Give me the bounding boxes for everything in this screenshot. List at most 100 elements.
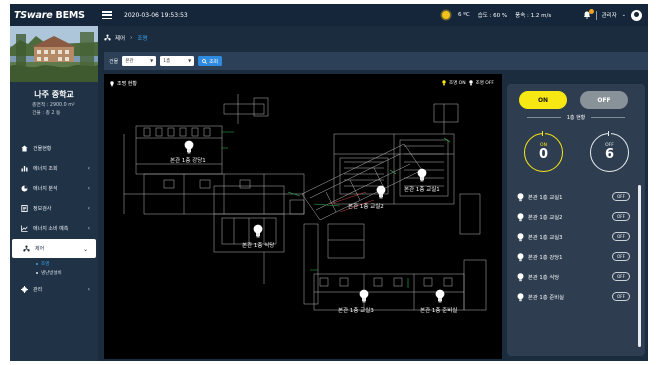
sidebar-item-management[interactable]: 관리 ‹ bbox=[10, 279, 98, 299]
sidebar-item-energy-analysis[interactable]: 에너지 분석 ‹ bbox=[10, 178, 98, 198]
weather-info: 6 ºC 습도 : 60 % 풍속 : 1.2 m/s bbox=[442, 4, 551, 26]
building-label: 건물 bbox=[109, 58, 119, 65]
floor-select-value: 1층 bbox=[163, 59, 171, 64]
sidebar-item-control[interactable]: 제어 ⌄ bbox=[12, 239, 96, 258]
room-label-canteen: 본관 1층 식당 bbox=[242, 243, 275, 249]
brand-suffix: BEMS bbox=[52, 9, 85, 21]
legend-off-label: 조명 OFF bbox=[475, 81, 494, 86]
sidebar-item-label: 정보검사 bbox=[33, 205, 52, 212]
off-count-value: 6 bbox=[604, 147, 615, 162]
floor-select[interactable]: 1층 ▼ bbox=[160, 56, 195, 66]
chevron-left-icon: ‹ bbox=[87, 205, 90, 212]
chevron-down-icon: ⌄ bbox=[82, 246, 88, 253]
list-item: 본관 1층 교실2 OFF bbox=[517, 207, 637, 227]
chevron-down-icon[interactable]: ⌄ bbox=[622, 12, 626, 18]
sidebar-item-label: 제어 bbox=[35, 246, 45, 252]
brand-logo[interactable]: TSware BEMS bbox=[10, 10, 100, 21]
sidebar-subitem-lighting[interactable]: 조명 bbox=[10, 259, 98, 268]
bulb-marker-prep[interactable] bbox=[435, 289, 445, 303]
bell-icon[interactable] bbox=[583, 9, 594, 19]
bulb-icon bbox=[517, 192, 524, 201]
control-icon bbox=[22, 245, 30, 253]
sidebar: 나주 중학교 총면적 : 2900.0 m² 건물 : 총 2 동 건물현황 에… bbox=[10, 26, 98, 361]
bulb-icon bbox=[517, 292, 524, 301]
sidebar-item-energy-query[interactable]: 에너지 조회 ‹ bbox=[10, 158, 98, 178]
floor-status-title: 1층 현황 bbox=[507, 114, 645, 121]
room-name: 본관 1층 준비실 bbox=[528, 295, 564, 301]
bulb-marker-class3[interactable] bbox=[359, 289, 369, 303]
school-name: 나주 중학교 bbox=[34, 90, 74, 99]
room-toggle-button[interactable]: OFF bbox=[612, 272, 630, 281]
map-title: 조명 현황 bbox=[110, 80, 137, 87]
list-item: 본관 1층 식당 OFF bbox=[517, 267, 637, 287]
bulb-marker-canteen[interactable] bbox=[253, 224, 263, 238]
breadcrumb-parent[interactable]: 제어 bbox=[115, 34, 125, 42]
top-bar: TSware BEMS 2020-03-06 19:53:53 bbox=[10, 4, 648, 26]
bulb-icon bbox=[517, 252, 524, 261]
sidebar-subitem-hvac[interactable]: 냉난방설비 bbox=[10, 268, 98, 277]
divider bbox=[595, 10, 597, 20]
building-select[interactable]: 본관 ▼ bbox=[122, 56, 157, 66]
user-name[interactable]: 관리자 bbox=[602, 11, 617, 19]
breadcrumb-current: 조명 bbox=[137, 36, 148, 42]
bulb-on-icon bbox=[442, 80, 446, 86]
room-label-class3: 본관 1층 교실3 bbox=[338, 308, 374, 314]
room-label-hall1: 본관 1층 강당1 bbox=[170, 158, 206, 164]
room-list-scrollbar[interactable] bbox=[638, 185, 641, 347]
room-toggle-button[interactable]: OFF bbox=[612, 212, 630, 221]
user-area: 관리자 ⌄ bbox=[583, 4, 642, 26]
on-count-value: 0 bbox=[538, 147, 549, 162]
sidebar-item-label: 에너지 소비 예측 bbox=[33, 225, 69, 232]
sidebar-item-info-report[interactable]: 정보검사 ‹ bbox=[10, 198, 98, 218]
gear-icon bbox=[20, 285, 28, 293]
campus-photo bbox=[10, 26, 98, 82]
temperature: 6 ºC bbox=[458, 12, 470, 18]
sidebar-item-label: 에너지 분석 bbox=[33, 185, 58, 192]
map-pin-icon bbox=[110, 80, 114, 87]
user-icon[interactable] bbox=[631, 9, 642, 21]
chevron-left-icon: ‹ bbox=[87, 286, 90, 293]
sun-icon bbox=[442, 11, 450, 19]
bulb-off-icon bbox=[468, 80, 473, 86]
room-name: 본관 1층 교실2 bbox=[528, 215, 563, 221]
caret-down-icon: ▼ bbox=[150, 58, 154, 63]
sidebar-item-building-status[interactable]: 건물현황 bbox=[10, 138, 98, 158]
search-button[interactable]: 조회 bbox=[198, 56, 223, 66]
sidebar-item-energy-forecast[interactable]: 에너지 소비 예측 ‹ bbox=[10, 218, 98, 238]
all-on-button[interactable]: ON bbox=[519, 91, 567, 109]
list-item: 본관 1층 강당1 OFF bbox=[517, 247, 637, 267]
lighting-control-panel: ON OFF 1층 현황 ON 0 OFF 6 본관 1층 교실1 OFF 본관… bbox=[507, 84, 645, 356]
app-window: TSware BEMS 2020-03-06 19:53:53 6 ºC 습도 … bbox=[10, 4, 648, 361]
school-area: 총면적 : 2900.0 m² bbox=[32, 103, 75, 108]
school-buildings: 건물 : 총 2 동 bbox=[32, 111, 61, 116]
map-title-text: 조명 현황 bbox=[117, 81, 137, 87]
bulb-marker-class1[interactable] bbox=[417, 168, 427, 182]
sidebar-item-label: 건물현황 bbox=[33, 145, 52, 152]
menu-icon[interactable] bbox=[102, 11, 112, 19]
sidebar-subitem-label: 조명 bbox=[41, 261, 50, 267]
room-label-prep: 본관 1층 준비실 bbox=[420, 308, 458, 314]
room-toggle-button[interactable]: OFF bbox=[612, 192, 630, 201]
room-toggle-button[interactable]: OFF bbox=[612, 292, 630, 301]
map-legend: 조명 ON 조명 OFF bbox=[442, 80, 494, 86]
room-toggle-button[interactable]: OFF bbox=[612, 232, 630, 241]
control-icon bbox=[104, 34, 111, 43]
off-count-gauge: OFF 6 bbox=[590, 131, 629, 172]
on-count-gauge: ON 0 bbox=[524, 131, 563, 172]
room-toggle-button[interactable]: OFF bbox=[612, 252, 630, 261]
bulb-marker-class2[interactable] bbox=[376, 185, 386, 199]
line-chart-icon bbox=[20, 224, 28, 232]
floor-plan-drawing bbox=[123, 94, 487, 311]
room-label-class1: 본관 1층 교실1 bbox=[404, 187, 440, 193]
current-datetime: 2020-03-06 19:53:53 bbox=[124, 11, 188, 19]
bulb-icon bbox=[517, 272, 524, 281]
room-light-list: 본관 1층 교실1 OFF 본관 1층 교실2 OFF 본관 1층 교실3 OF… bbox=[517, 187, 637, 307]
breadcrumb-separator: › bbox=[130, 35, 133, 41]
bulb-icon bbox=[517, 232, 524, 241]
chevron-left-icon: ‹ bbox=[87, 165, 90, 172]
building-select-value: 본관 bbox=[125, 59, 134, 64]
room-name: 본관 1층 식당 bbox=[528, 275, 560, 281]
all-off-button[interactable]: OFF bbox=[580, 91, 628, 109]
bulb-marker-hall1[interactable] bbox=[184, 140, 194, 154]
home-icon bbox=[20, 144, 28, 152]
